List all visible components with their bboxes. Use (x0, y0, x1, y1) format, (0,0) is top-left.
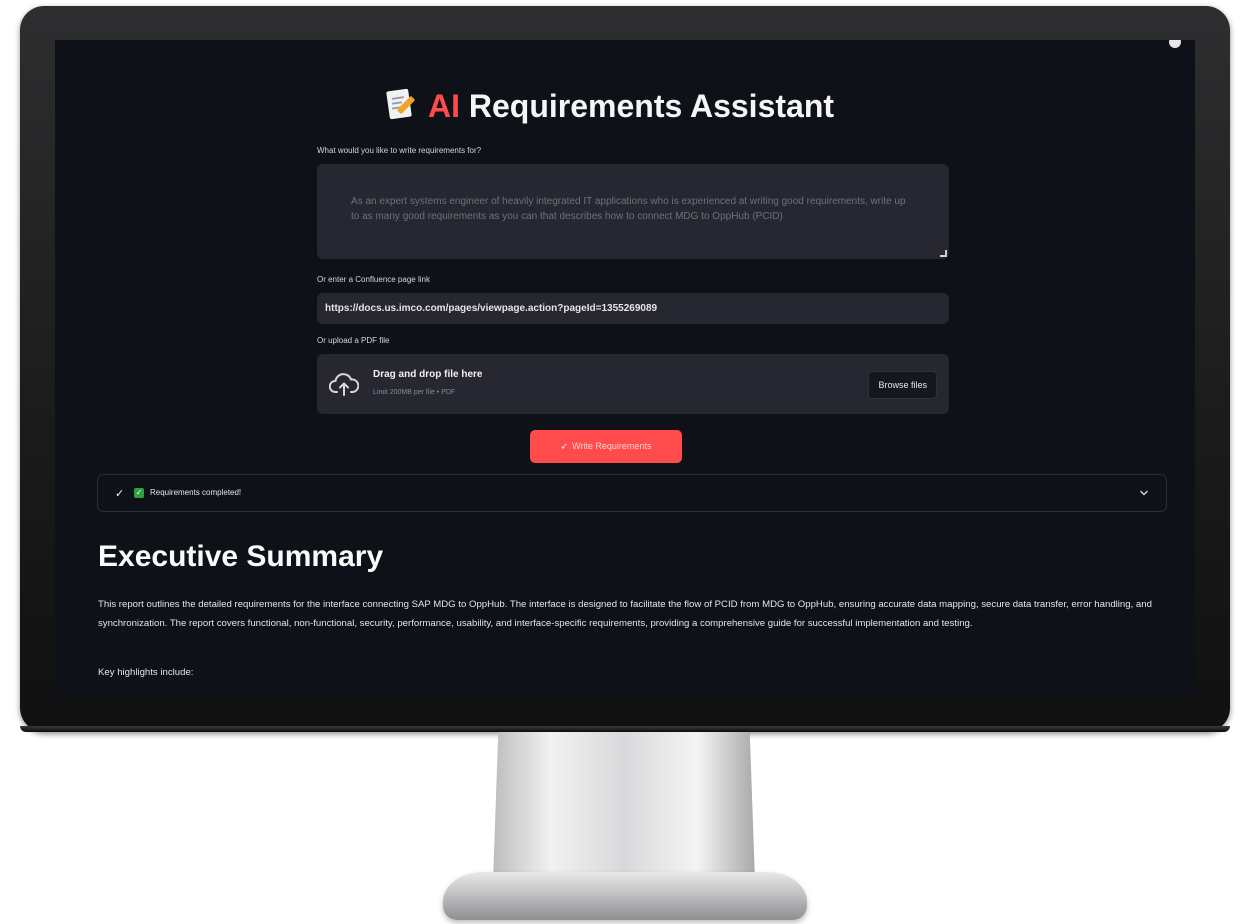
monitor-stand-base (443, 872, 807, 920)
status-expander[interactable]: ✓ ✓ Requirements completed! (97, 474, 1167, 512)
upload-label: Or upload a PDF file (317, 336, 390, 345)
prompt-placeholder: As an expert systems engineer of heavily… (351, 196, 906, 222)
confluence-link-input[interactable]: https://docs.us.imco.com/pages/viewpage.… (317, 293, 949, 324)
title-ai-text: AI (427, 88, 460, 124)
dropzone-title: Drag and drop file here (373, 369, 483, 380)
monitor-photo: AI Requirements Assistant What would you… (0, 0, 1243, 924)
check-icon: ✓ (115, 488, 125, 500)
confluence-label: Or enter a Confluence page link (317, 275, 430, 284)
key-highlights-intro: Key highlights include: (98, 667, 194, 678)
prompt-textarea[interactable]: As an expert systems engineer of heavily… (317, 164, 949, 259)
dropzone-limit: Limit 200MB per file • PDF (373, 389, 456, 396)
monitor-stand (493, 732, 755, 882)
write-requirements-button[interactable]: ➶ Write Requirements (530, 430, 682, 463)
write-button-label: Write Requirements (572, 441, 652, 451)
executive-summary-heading: Executive Summary (98, 540, 384, 573)
status-text: Requirements completed! (150, 488, 242, 497)
browse-files-button[interactable]: Browse files (868, 371, 937, 399)
pdf-dropzone[interactable]: Drag and drop file here Limit 200MB per … (317, 354, 949, 414)
green-check-icon: ✓ (134, 488, 144, 498)
menu-icon[interactable] (1169, 40, 1181, 48)
memo-icon (386, 88, 416, 122)
executive-summary-paragraph: This report outlines the detailed requir… (98, 599, 1152, 629)
rocket-icon: ➶ (560, 441, 569, 451)
monitor-bottom-edge (20, 726, 1230, 732)
cloud-upload-icon (329, 373, 359, 396)
app-screen: AI Requirements Assistant What would you… (55, 40, 1195, 696)
prompt-label: What would you like to write requirement… (317, 146, 482, 155)
page-title: AI Requirements Assistant (55, 88, 1165, 125)
chevron-down-icon[interactable] (1138, 487, 1150, 499)
title-main-text: Requirements Assistant (468, 88, 835, 124)
request-form: What would you like to write requirement… (317, 146, 949, 414)
resize-handle[interactable] (940, 250, 947, 257)
